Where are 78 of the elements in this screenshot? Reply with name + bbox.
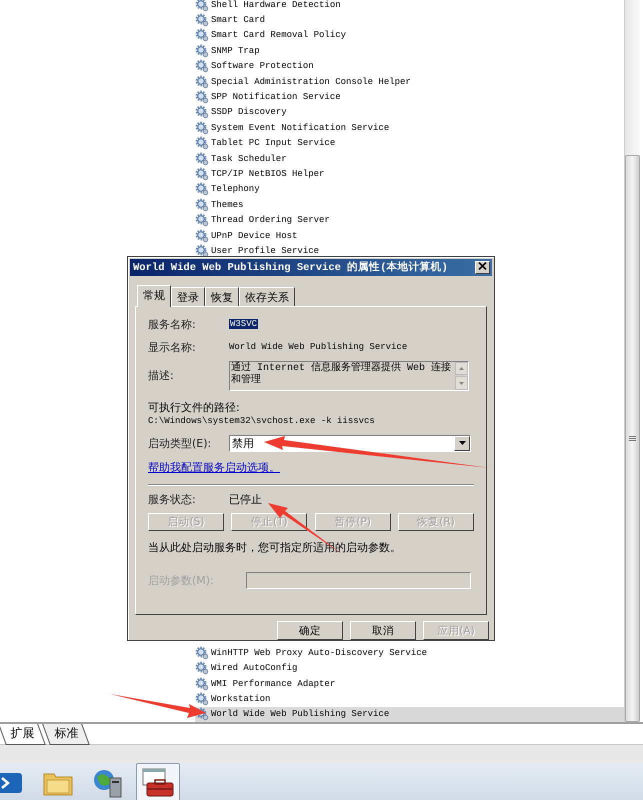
gear-icon: [195, 152, 209, 166]
service-row[interactable]: Tablet PC Input Service: [195, 136, 624, 151]
dialog-button[interactable]: 取消: [350, 621, 416, 640]
gear-icon: [195, 0, 209, 12]
dialog-tab[interactable]: 恢复: [205, 286, 239, 306]
service-row[interactable]: WinHTTP Web Proxy Auto-Discovery Service: [195, 645, 624, 660]
gear-icon: [195, 59, 209, 74]
gear-icon: [195, 661, 209, 676]
service-row[interactable]: Smart Card Removal Policy: [195, 28, 624, 44]
gear-icon: [195, 646, 209, 660]
gear-icon: [195, 166, 209, 181]
help-link[interactable]: 帮助我配置服务启动选项。: [148, 460, 280, 475]
service-row[interactable]: Special Administration Console Helper: [195, 74, 624, 90]
service-row[interactable]: UPnP Device Host: [195, 228, 624, 244]
field-label: 可执行文件的路径:: [148, 400, 241, 415]
service-row[interactable]: Workstation: [195, 691, 624, 707]
service-row[interactable]: SPP Notification Service: [195, 89, 624, 105]
title-bar: World Wide Web Publishing Service 的属性(本地计算机): [130, 259, 492, 276]
dialog-tab[interactable]: 依存关系: [239, 286, 295, 306]
description-text: 通过 Internet 信息服务管理器提供 Web 连接和管理: [230, 362, 452, 388]
scroll-up-button[interactable]: [455, 362, 468, 376]
gear-icon: [195, 28, 209, 42]
close-button[interactable]: [475, 260, 490, 274]
taskbar-button[interactable]: [136, 763, 180, 800]
service-row[interactable]: Task Scheduler: [195, 150, 624, 166]
service-row[interactable]: Telephony: [195, 182, 624, 198]
view-tab[interactable]: 标准: [42, 724, 90, 745]
down-arrow-icon: [459, 382, 464, 385]
display-name: World Wide Web Publishing Service: [229, 342, 408, 352]
service-row[interactable]: Thread Ordering Server: [195, 212, 624, 228]
up-arrow-icon: [459, 367, 464, 370]
gear-icon: [195, 120, 209, 135]
grip-icon: [629, 436, 636, 442]
gear-icon: [195, 692, 209, 706]
service-row[interactable]: Themes: [195, 197, 624, 212]
service-row[interactable]: SNMP Trap: [195, 43, 624, 59]
executable-path: C:\Windows\system32\svchost.exe -k iissvcs: [148, 416, 376, 426]
gear-icon: [195, 105, 209, 120]
gear-icon: [195, 136, 209, 150]
toolbox-icon: [141, 768, 175, 798]
gear-icon: [195, 213, 209, 228]
service-row[interactable]: Shell Hardware Detection: [195, 0, 624, 12]
gear-icon: [195, 228, 209, 243]
view-tab[interactable]: 扩展: [0, 724, 46, 745]
service-row[interactable]: Wired AutoConfig: [195, 660, 624, 676]
field-label: 启动类型(E):: [148, 436, 212, 451]
dialog-tab[interactable]: 常规: [137, 284, 171, 307]
service-row[interactable]: Software Protection: [195, 58, 624, 74]
gear-icon: [195, 90, 209, 104]
gear-icon: [195, 244, 209, 258]
service-row[interactable]: System Event Notification Service: [195, 120, 624, 136]
service-name: W3SVC: [229, 319, 258, 330]
service-status: 已停止: [229, 492, 262, 507]
gear-icon: [195, 44, 209, 58]
service-row[interactable]: TCP/IP NetBIOS Helper: [195, 166, 624, 182]
gear-icon: [195, 74, 209, 89]
gear-icon: [195, 182, 209, 196]
service-row[interactable]: SSDP Discovery: [195, 104, 624, 120]
field-label: 服务名称:: [148, 316, 197, 332]
scroll-down-button[interactable]: [455, 376, 468, 390]
service-row[interactable]: Smart Card: [195, 12, 624, 28]
field-label: 服务状态:: [148, 492, 197, 507]
service-row[interactable]: World Wide Web Publishing Service: [195, 706, 624, 722]
service-row[interactable]: WMI Performance Adapter: [195, 676, 624, 692]
field-label: 显示名称:: [148, 340, 197, 355]
gear-icon: [195, 13, 209, 28]
server-icon: [92, 768, 124, 798]
caret-icon: [458, 441, 466, 446]
dialog-button[interactable]: 确定: [277, 621, 343, 640]
gear-icon: [195, 198, 209, 212]
dialog-tab[interactable]: 登录: [171, 286, 205, 306]
hint-text: 当从此处启动服务时，您可指定所适用的启动参数。: [148, 540, 402, 555]
service-row[interactable]: User Profile Service: [195, 243, 624, 259]
field-label: 描述:: [148, 368, 175, 384]
scroll-thumb[interactable]: [625, 155, 640, 722]
terminal-icon: [0, 772, 22, 794]
scrollbar[interactable]: [624, 0, 640, 722]
gear-icon: [195, 676, 209, 691]
